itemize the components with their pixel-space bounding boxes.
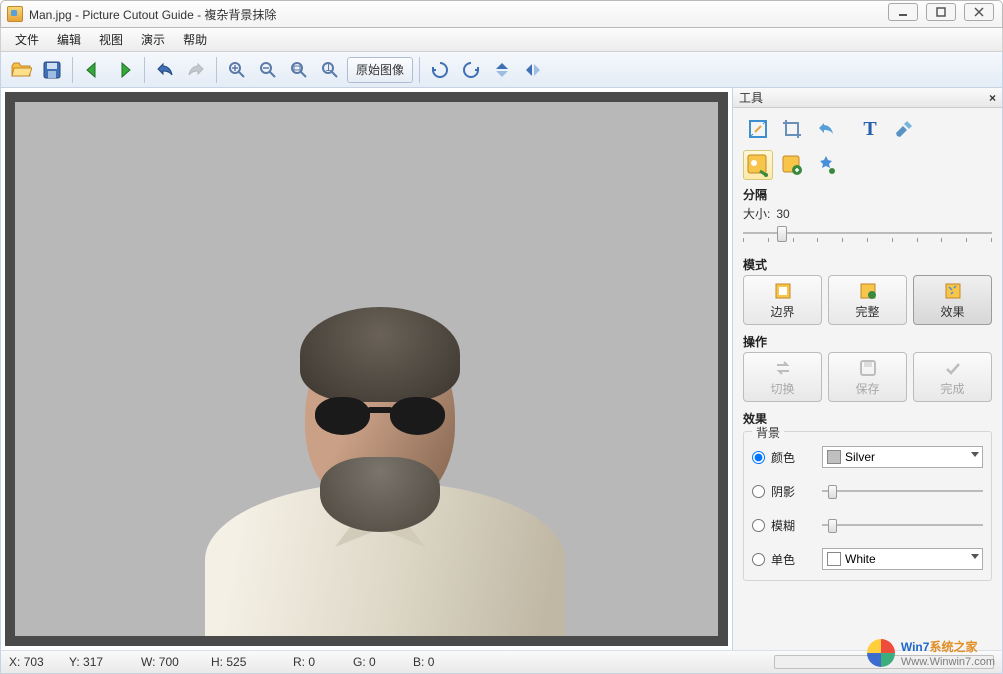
mode-border-button[interactable]: 边界	[743, 275, 822, 325]
crop-tool-icon[interactable]	[777, 114, 807, 144]
background-group: 背景 颜色 Silver 阴影 模糊 单色	[743, 431, 992, 581]
menu-help[interactable]: 帮助	[175, 29, 215, 50]
cutout-tool-icon[interactable]	[743, 150, 773, 180]
settings-tool-icon[interactable]	[889, 114, 919, 144]
color-combo[interactable]: Silver	[822, 446, 983, 468]
zoom-in-button[interactable]	[223, 56, 251, 84]
minimize-button[interactable]	[888, 3, 918, 21]
size-value: 30	[776, 207, 789, 221]
mono-swatch	[827, 552, 841, 566]
rotate-cw-button[interactable]	[457, 56, 485, 84]
forward-button[interactable]	[110, 56, 138, 84]
menu-file[interactable]: 文件	[7, 29, 47, 50]
text-tool-icon[interactable]: T	[855, 114, 885, 144]
status-bar: X: 703 Y: 317 W: 700 H: 525 R: 0 G: 0 B:…	[0, 650, 1003, 674]
panel-close-button[interactable]: ×	[989, 91, 996, 105]
flip-horizontal-button[interactable]	[519, 56, 547, 84]
background-legend: 背景	[752, 424, 784, 441]
svg-text:1: 1	[325, 60, 332, 74]
zoom-out-button[interactable]	[254, 56, 282, 84]
mode-label: 模式	[743, 256, 992, 273]
menu-edit[interactable]: 编辑	[49, 29, 89, 50]
shadow-slider[interactable]	[822, 481, 983, 501]
magic-tool-icon[interactable]	[811, 150, 841, 180]
app-icon	[7, 6, 23, 22]
rotate-ccw-button[interactable]	[426, 56, 454, 84]
maximize-button[interactable]	[926, 3, 956, 21]
size-label: 大小:	[743, 205, 770, 222]
op-save-button: 保存	[828, 352, 907, 402]
cutout-subject	[185, 282, 565, 636]
ops-label: 操作	[743, 333, 992, 350]
blur-slider[interactable]	[822, 515, 983, 535]
color-swatch	[827, 450, 841, 464]
mode-effect-button[interactable]: 效果	[913, 275, 992, 325]
fx-mono-radio[interactable]: 单色	[752, 551, 814, 568]
undo-tool-icon[interactable]	[811, 114, 841, 144]
size-slider[interactable]	[743, 224, 992, 248]
op-done-button: 完成	[913, 352, 992, 402]
menu-view[interactable]: 视图	[91, 29, 131, 50]
panel-title-text: 工具	[739, 89, 763, 106]
op-switch-button: 切换	[743, 352, 822, 402]
original-image-button[interactable]: 原始图像	[347, 57, 413, 83]
zoom-fit-button[interactable]	[285, 56, 313, 84]
flip-vertical-button[interactable]	[488, 56, 516, 84]
mode-full-button[interactable]: 完整	[828, 275, 907, 325]
patch-tool-icon[interactable]	[777, 150, 807, 180]
resize-tool-icon[interactable]	[743, 114, 773, 144]
menu-demo[interactable]: 演示	[133, 29, 173, 50]
save-button[interactable]	[38, 56, 66, 84]
main-toolbar: 1 原始图像	[0, 52, 1003, 88]
panel-titlebar: 工具 ×	[733, 88, 1002, 108]
tools-panel: 工具 × T 分隔 大小: 30	[732, 88, 1002, 650]
status-scroll[interactable]	[774, 655, 994, 669]
menu-bar: 文件 编辑 视图 演示 帮助	[0, 28, 1003, 52]
image-canvas[interactable]	[15, 102, 718, 636]
back-button[interactable]	[79, 56, 107, 84]
open-button[interactable]	[7, 56, 35, 84]
window-title: Man.jpg - Picture Cutout Guide - 複杂背景抹除	[29, 6, 276, 23]
separation-label: 分隔	[743, 186, 992, 203]
fx-blur-radio[interactable]: 模糊	[752, 517, 814, 534]
fx-color-radio[interactable]: 颜色	[752, 449, 814, 466]
canvas-frame	[5, 92, 728, 646]
canvas-area	[1, 88, 732, 650]
zoom-actual-button[interactable]: 1	[316, 56, 344, 84]
title-bar: Man.jpg - Picture Cutout Guide - 複杂背景抹除	[0, 0, 1003, 28]
close-button[interactable]	[964, 3, 994, 21]
undo-button[interactable]	[151, 56, 179, 84]
mono-combo[interactable]: White	[822, 548, 983, 570]
redo-button[interactable]	[182, 56, 210, 84]
fx-shadow-radio[interactable]: 阴影	[752, 483, 814, 500]
